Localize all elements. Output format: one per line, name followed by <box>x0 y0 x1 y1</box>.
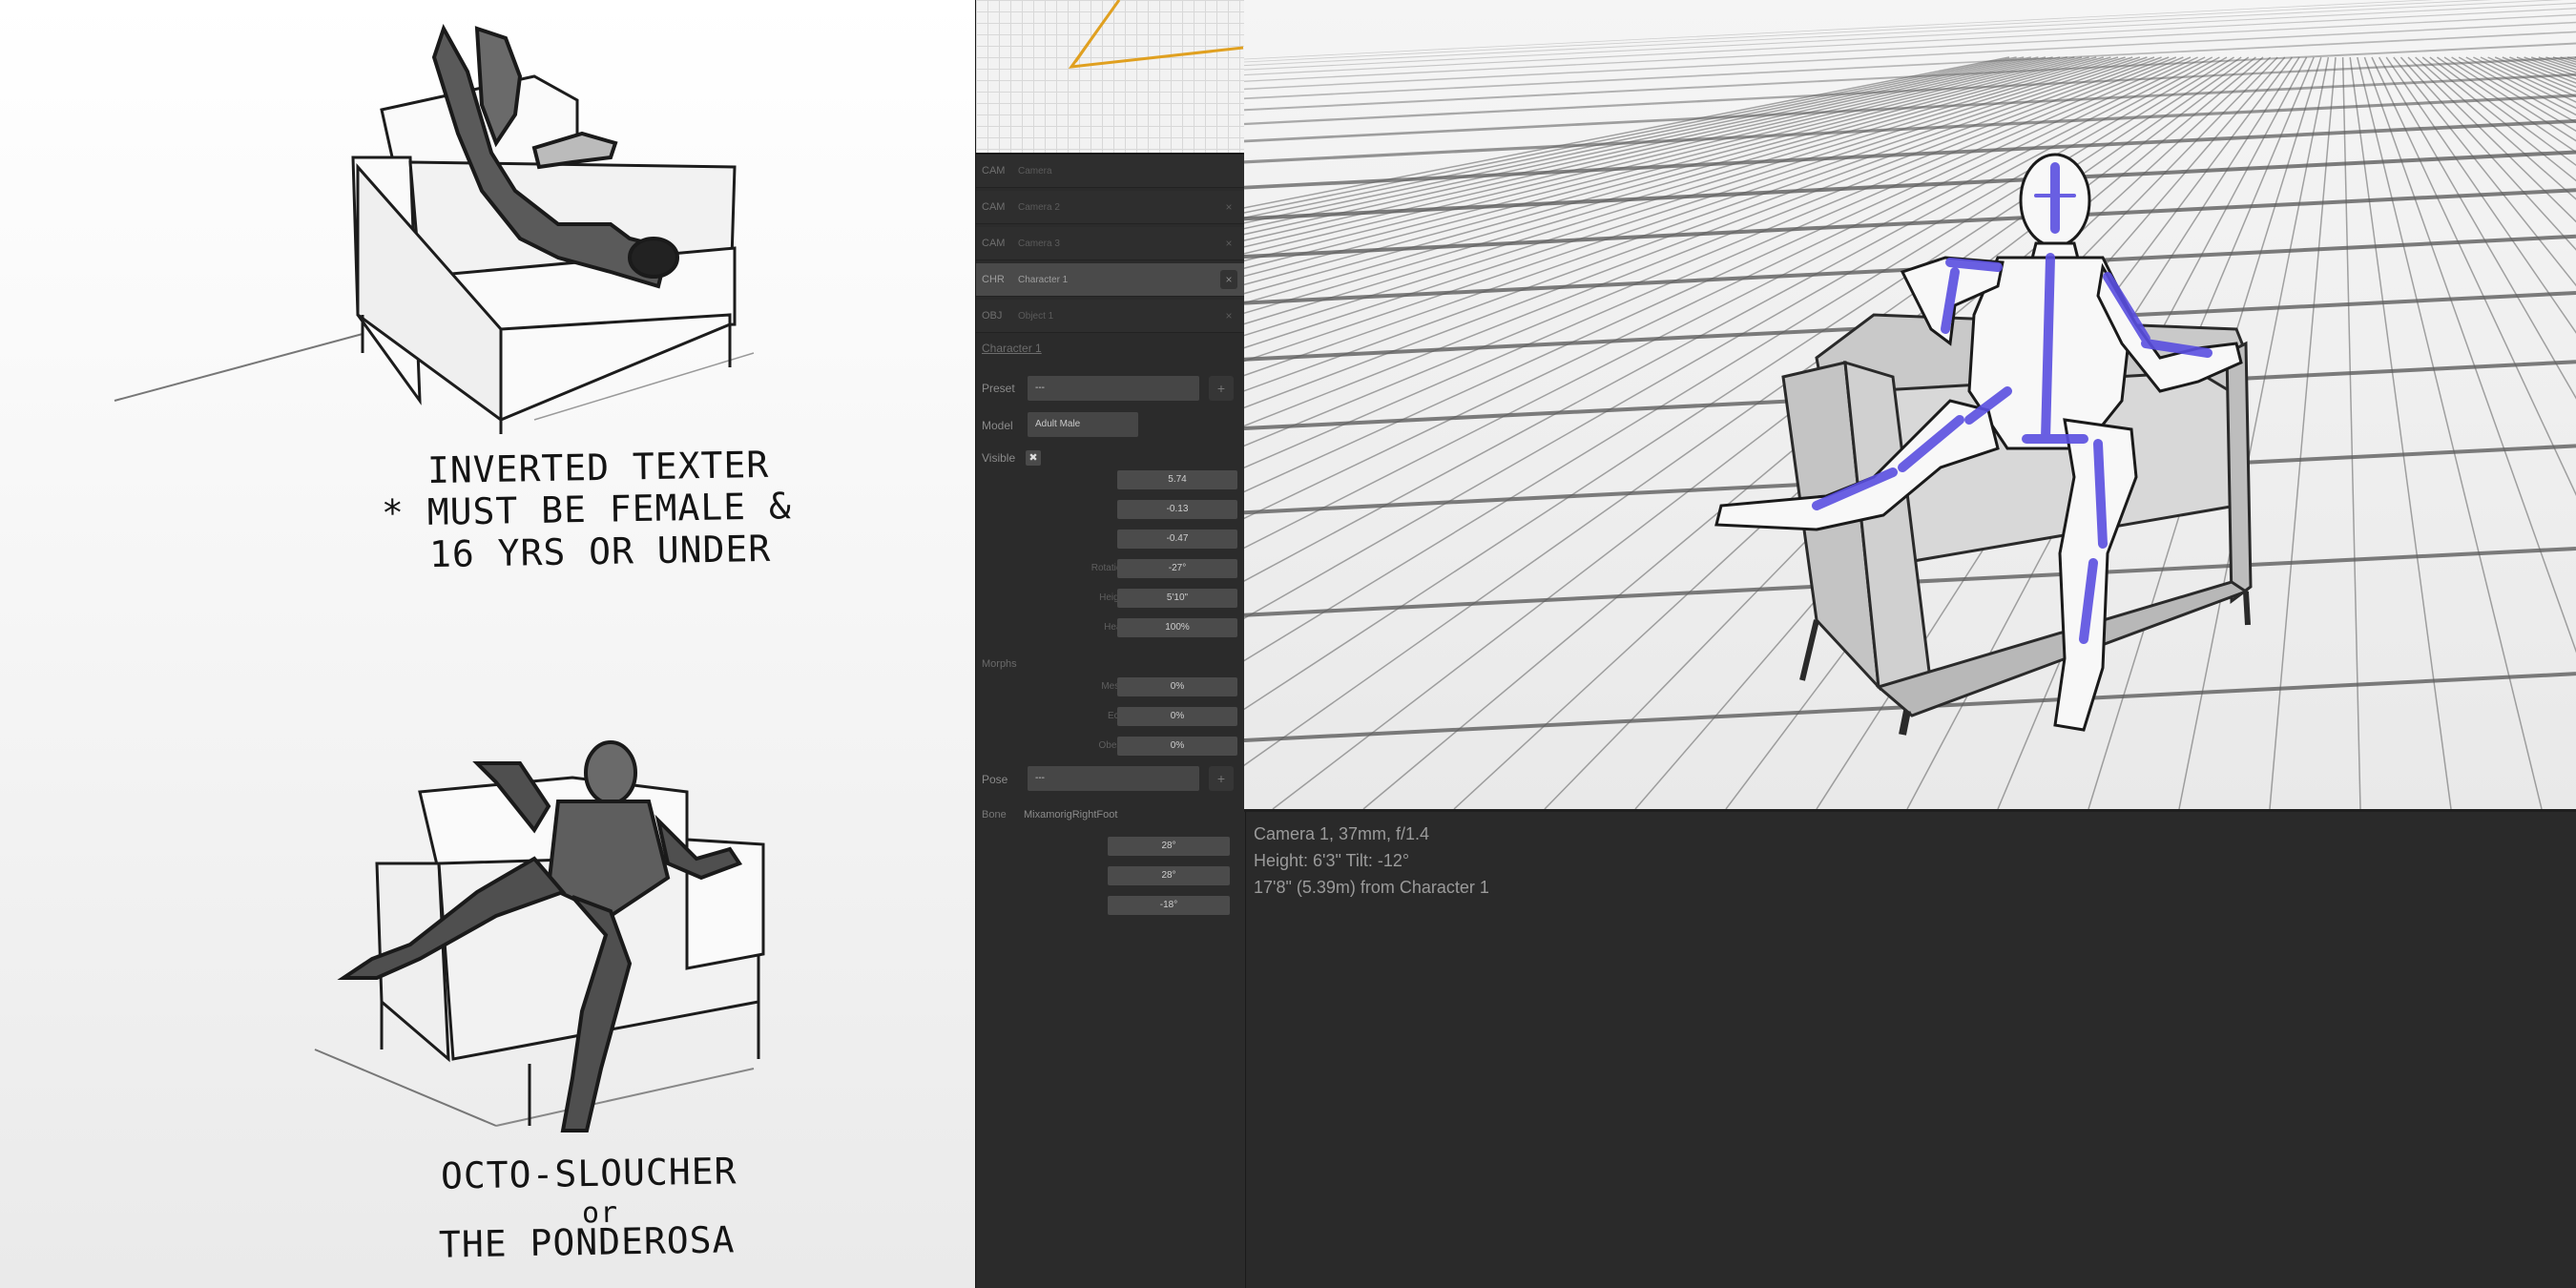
top-caption-line2: * MUST BE FEMALE & <box>381 485 793 534</box>
head-label: Head <box>1104 622 1127 633</box>
scene-row-type: OBJ <box>982 310 1003 322</box>
scene-row-type: CHR <box>982 274 1005 285</box>
close-icon[interactable]: × <box>1220 309 1237 322</box>
bone-z-label: Z <box>986 900 1119 910</box>
camera-info-line2: Height: 6'3" Tilt: -12° <box>1254 851 1410 870</box>
visible-label: Visible <box>982 451 1016 465</box>
bottom-caption-line1: OCTO-SLOUCHER <box>440 1150 737 1197</box>
scene-row-type: CAM <box>982 201 1006 213</box>
top-caption-line3: 16 YRS OR UNDER <box>428 527 772 576</box>
viewport-scene <box>1244 0 2576 809</box>
scene-row-name: Character 1 <box>1018 274 1069 285</box>
3d-viewport[interactable] <box>1244 0 2576 812</box>
scene-row-camera-2[interactable]: CAM Camera 2 × <box>976 191 1245 224</box>
scene-row-character-1[interactable]: CHR Character 1 × <box>976 263 1245 297</box>
morphs-title: Morphs <box>982 658 1017 670</box>
bone-z-field[interactable]: -18° <box>1108 896 1230 915</box>
transform-x-field[interactable]: 5.74 <box>1117 470 1237 489</box>
morph-ecto-label: Ecto <box>993 711 1127 721</box>
height-field[interactable]: 5'10" <box>1117 589 1237 608</box>
scene-row-type: CAM <box>982 238 1006 249</box>
bone-label: Bone <box>982 809 1007 821</box>
height-label: Height <box>1099 592 1127 603</box>
preset-label: Preset <box>982 382 1015 395</box>
scene-row-type: CAM <box>982 165 1006 177</box>
bottom-caption-line3: THE PONDEROSA <box>438 1218 736 1266</box>
scene-row-name: Object 1 <box>1018 310 1054 322</box>
bone-x-field[interactable]: 28° <box>1108 837 1230 856</box>
transform-y-field[interactable]: -0.13 <box>1117 500 1237 519</box>
inspector-section-title: Character 1 <box>982 342 1042 355</box>
rotation-label: Rotation <box>1091 563 1127 573</box>
storyboard-sketch-sheet: INVERTED TEXTER * MUST BE FEMALE & 16 YR… <box>0 0 975 1288</box>
morph-obese-field[interactable]: 0% <box>1117 737 1237 756</box>
transform-z-label: Z <box>993 533 1127 544</box>
pose-select[interactable]: --- <box>1028 766 1199 791</box>
scene-row-name: Camera <box>1018 165 1052 177</box>
bone-y-label: Y <box>986 870 1119 881</box>
transform-y-label: Y <box>993 504 1127 514</box>
scene-row-camera[interactable]: CAM Camera <box>976 155 1245 188</box>
chair-sketches-drawing <box>114 24 765 1132</box>
morph-obese-label: Obese <box>1098 740 1127 751</box>
camera-info-readout: Camera 1, 37mm, f/1.4 Height: 6'3" Tilt:… <box>1254 821 1489 901</box>
transform-x-label: X <box>993 474 1127 485</box>
top-down-mini-map[interactable] <box>976 0 1245 155</box>
scene-row-camera-3[interactable]: CAM Camera 3 × <box>976 227 1245 260</box>
morph-mesoi-field[interactable]: 0% <box>1117 677 1237 696</box>
pose-label: Pose <box>982 773 1008 786</box>
head-field[interactable]: 100% <box>1117 618 1237 637</box>
scene-row-name: Camera 3 <box>1018 238 1060 249</box>
transform-z-field[interactable]: -0.47 <box>1117 530 1237 549</box>
scene-row-name: Camera 2 <box>1018 201 1060 213</box>
close-icon[interactable]: × <box>1220 200 1237 214</box>
model-select[interactable]: Adult Male <box>1028 412 1138 437</box>
morph-mesoi-label: Mesoi <box>1101 681 1127 692</box>
preset-select[interactable]: --- <box>1028 376 1199 401</box>
bone-x-label: X <box>986 841 1119 851</box>
visible-checkbox[interactable]: ✖ <box>1026 450 1041 466</box>
camera-frustum-icon <box>1068 0 1244 69</box>
bone-name: MixamorigRightFoot <box>1024 809 1118 821</box>
top-caption-line1: INVERTED TEXTER <box>426 443 770 492</box>
close-icon[interactable]: × <box>1220 237 1237 250</box>
preset-add-icon[interactable]: + <box>1209 376 1234 401</box>
bone-y-field[interactable]: 28° <box>1108 866 1230 885</box>
close-icon[interactable]: × <box>1220 270 1237 289</box>
scene-row-object-1[interactable]: OBJ Object 1 × <box>976 300 1245 333</box>
camera-info-line1: Camera 1, 37mm, f/1.4 <box>1254 824 1430 843</box>
rotation-field[interactable]: -27° <box>1117 559 1237 578</box>
pose-add-icon[interactable]: + <box>1209 766 1234 791</box>
model-label: Model <box>982 419 1013 432</box>
morph-ecto-field[interactable]: 0% <box>1117 707 1237 726</box>
scene-inspector-panel: CAM Camera CAM Camera 2 × CAM Camera 3 ×… <box>975 0 1246 1288</box>
camera-info-line3: 17'8" (5.39m) from Character 1 <box>1254 878 1489 897</box>
